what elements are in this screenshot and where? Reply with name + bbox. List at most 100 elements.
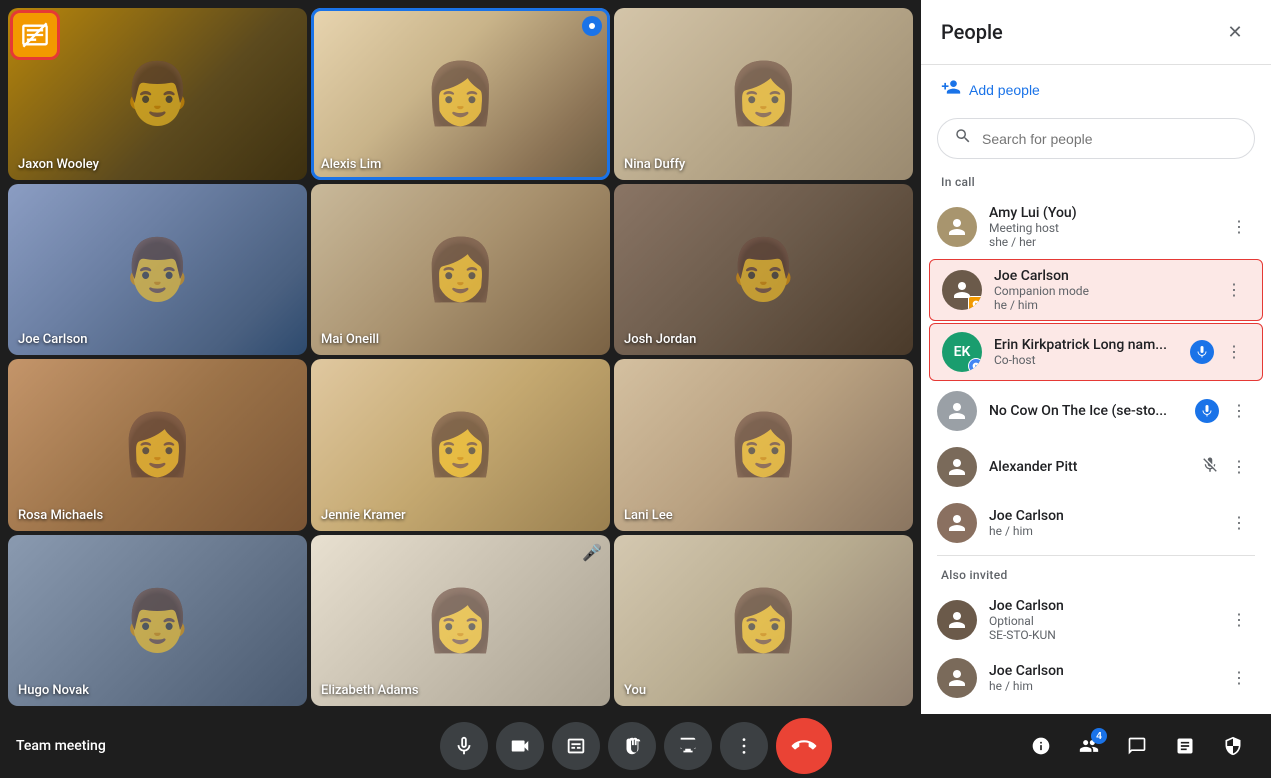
person-name: Joe Carlson [989, 663, 1223, 679]
toolbar-left: Team meeting [16, 738, 106, 754]
search-input[interactable] [982, 131, 1238, 147]
search-icon [954, 127, 972, 150]
person-visual: 👩 [8, 359, 307, 531]
logo-button[interactable] [10, 10, 60, 60]
security-button[interactable] [1211, 724, 1255, 768]
person-item-nocow[interactable]: No Cow On The Ice (se-sto... ⋮ [921, 383, 1271, 439]
video-tile[interactable]: 👩 Nina Duffy [614, 8, 913, 180]
person-info: Alexander Pitt [989, 459, 1201, 475]
speaking-icon [1190, 340, 1214, 364]
more-options-button[interactable]: ⋮ [1223, 507, 1255, 539]
more-options-button[interactable]: ⋮ [1223, 604, 1255, 636]
mic-muted-icon [1201, 456, 1219, 478]
participant-name: You [624, 683, 646, 698]
more-options-button[interactable]: ⋮ [1223, 395, 1255, 427]
in-call-section-label: In call [921, 171, 1271, 197]
person-actions: ⋮ [1201, 451, 1255, 483]
video-tile[interactable]: 👨 Hugo Novak [8, 535, 307, 707]
person-name: No Cow On The Ice (se-sto... [989, 403, 1195, 419]
activities-button[interactable] [1163, 724, 1207, 768]
video-tile[interactable]: 👩 Lani Lee [614, 359, 913, 531]
add-people-label: Add people [969, 82, 1040, 98]
more-options-button[interactable] [720, 722, 768, 770]
more-options-button[interactable]: ⋮ [1218, 274, 1250, 306]
video-tile[interactable]: 👩 Jennie Kramer [311, 359, 610, 531]
avatar [937, 447, 977, 487]
avatar [937, 207, 977, 247]
person-pronouns: she / her [989, 235, 1223, 249]
close-panel-button[interactable]: ✕ [1219, 16, 1251, 48]
more-options-button[interactable]: ⋮ [1218, 336, 1250, 368]
avatar [937, 658, 977, 698]
person-name: Amy Lui (You) [989, 205, 1223, 221]
chat-button[interactable] [1115, 724, 1159, 768]
person-visual: 👨 [8, 535, 307, 707]
also-invited-section-label: Also invited [921, 564, 1271, 590]
search-bar[interactable] [937, 118, 1255, 159]
person-item-joe-invited1[interactable]: Joe Carlson Optional SE-STO-KUN ⋮ [921, 590, 1271, 650]
person-visual: 👨 [614, 184, 913, 356]
person-actions: ⋮ [1223, 211, 1255, 243]
person-actions: ⋮ [1218, 274, 1250, 306]
person-info: Joe Carlson Companion mode he / him [994, 268, 1218, 312]
participant-name: Jaxon Wooley [18, 157, 99, 172]
participant-name: Rosa Michaels [18, 508, 103, 523]
person-visual: 👩 [311, 184, 610, 356]
captions-button[interactable] [552, 722, 600, 770]
person-name: Joe Carlson [989, 598, 1223, 614]
video-tile-active[interactable]: 👩 Alexis Lim [311, 8, 610, 180]
more-options-button[interactable]: ⋮ [1223, 211, 1255, 243]
camera-button[interactable] [496, 722, 544, 770]
avatar: EK [942, 332, 982, 372]
person-sub: he / him [989, 679, 1223, 693]
avatar [937, 600, 977, 640]
end-call-button[interactable] [776, 718, 832, 774]
people-button[interactable]: 4 [1067, 724, 1111, 768]
raise-hand-button[interactable] [608, 722, 656, 770]
person-item-amy[interactable]: Amy Lui (You) Meeting host she / her ⋮ [921, 197, 1271, 257]
people-badge: 4 [1091, 728, 1107, 744]
mic-button[interactable] [440, 722, 488, 770]
person-item-alex[interactable]: Alexander Pitt ⋮ [921, 439, 1271, 495]
person-actions: ⋮ [1223, 604, 1255, 636]
person-visual: 👨 [8, 184, 307, 356]
video-tile[interactable]: 👩 Rosa Michaels [8, 359, 307, 531]
participant-name: Nina Duffy [624, 157, 685, 172]
video-grid: 👨 Jaxon Wooley 👩 Alexis Lim 👩 Nina Duffy… [0, 0, 921, 714]
person-info: Joe Carlson he / him [989, 663, 1223, 693]
person-item-joe-invited2[interactable]: Joe Carlson he / him ⋮ [921, 650, 1271, 706]
more-options-button[interactable]: ⋮ [1223, 662, 1255, 694]
participant-name: Hugo Novak [18, 683, 89, 698]
toolbar-right: 4 [1019, 724, 1255, 768]
video-tile[interactable]: 👨 Josh Jordan [614, 184, 913, 356]
person-item-joe2[interactable]: Joe Carlson he / him ⋮ [921, 495, 1271, 551]
person-visual: 👩 [311, 359, 610, 531]
person-item-joe-companion[interactable]: Joe Carlson Companion mode he / him ⋮ [929, 259, 1263, 321]
more-options-button[interactable]: ⋮ [1223, 451, 1255, 483]
person-info: Erin Kirkpatrick Long nam... Co-host [994, 337, 1190, 367]
panel-header: People ✕ [921, 0, 1271, 65]
person-visual: 👩 [614, 359, 913, 531]
toolbar: Team meeting [0, 714, 1271, 778]
participant-name: Jennie Kramer [321, 508, 406, 523]
person-visual: 👩 [614, 8, 913, 180]
person-info: Joe Carlson he / him [989, 508, 1223, 538]
add-person-icon [941, 77, 961, 102]
person-item-erin[interactable]: EK Erin Kirkpatrick Long nam... Co-host … [929, 323, 1263, 381]
avatar [942, 270, 982, 310]
info-button[interactable] [1019, 724, 1063, 768]
video-tile-self[interactable]: 👩 You [614, 535, 913, 707]
add-people-button[interactable]: Add people [921, 65, 1271, 114]
person-actions: ⋮ [1223, 662, 1255, 694]
video-tile[interactable]: 👩 Mai Oneill [311, 184, 610, 356]
present-button[interactable] [664, 722, 712, 770]
person-visual: 👩 [311, 8, 610, 180]
person-sub: Companion mode [994, 284, 1218, 298]
video-tile[interactable]: 👩 🎤 Elizabeth Adams [311, 535, 610, 707]
avatar [937, 391, 977, 431]
person-name: Joe Carlson [989, 508, 1223, 524]
video-tile[interactable]: 👨 Joe Carlson [8, 184, 307, 356]
person-info: No Cow On The Ice (se-sto... [989, 403, 1195, 419]
panel-title: People [941, 20, 1003, 44]
companion-badge [968, 296, 982, 310]
